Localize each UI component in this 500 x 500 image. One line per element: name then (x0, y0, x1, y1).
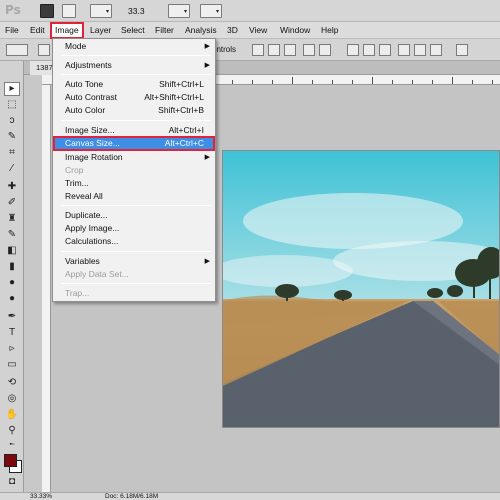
zoom-icon[interactable]: ⚲ (4, 424, 20, 438)
menu-divider (61, 283, 211, 284)
history-brush-icon[interactable]: ✎ (4, 228, 20, 242)
healing-icon[interactable]: ✚ (4, 180, 20, 194)
menu-item-trim[interactable]: Trim... (54, 177, 214, 190)
landscape-photo (223, 151, 499, 427)
menu-view[interactable]: View (249, 22, 267, 39)
zoom-level[interactable]: 33.3 (128, 6, 145, 16)
distribute-left-icon[interactable] (398, 44, 410, 56)
menu-item-auto-contrast[interactable]: Auto Contrast Alt+Shift+Ctrl+L (54, 91, 214, 104)
document-image[interactable] (222, 150, 500, 428)
auto-select-checkbox[interactable] (38, 44, 50, 56)
lasso-icon[interactable]: ↄ (4, 114, 20, 128)
image-menu-dropdown: Mode ▶ Adjustments ▶ Auto Tone Shift+Ctr… (52, 38, 216, 302)
tool-preset-picker[interactable] (6, 44, 28, 56)
menu-window[interactable]: Window (280, 22, 310, 39)
submenu-arrow-icon: ▶ (204, 258, 210, 265)
status-doc-size: Doc: 6.18M/6.18M (105, 493, 159, 500)
menu-image[interactable]: Image (50, 22, 84, 39)
tools-panel: ▸ ⬚ ↄ ✎ ⌗ ⁄ ✚ ✐ ♜ ✎ ◧ ▮ ● ● ✒ T ▹ ▭ ⟲ ◎ … (0, 61, 24, 492)
status-bar: 33.33% Doc: 6.18M/6.18M (0, 492, 500, 500)
menu-file[interactable]: File (5, 22, 19, 39)
type-icon[interactable]: T (4, 326, 20, 340)
menu-item-reveal-all[interactable]: Reveal All (54, 190, 214, 203)
vertical-ruler (42, 85, 51, 492)
distribute-hcenter-icon[interactable] (414, 44, 426, 56)
distribute-top-icon[interactable] (347, 44, 359, 56)
menu-help[interactable]: Help (321, 22, 338, 39)
gradient-icon[interactable]: ▮ (4, 260, 20, 274)
menu-item-apply-data-set: Apply Data Set... (65, 269, 129, 279)
menu-item-crop: Crop (65, 165, 84, 175)
auto-align-icon[interactable] (456, 44, 468, 56)
menu-filter[interactable]: Filter (155, 22, 174, 39)
align-top-icon[interactable] (252, 44, 264, 56)
submenu-arrow-icon: ▶ (204, 43, 210, 50)
menu-item-adjustments[interactable]: Adjustments ▶ (54, 59, 214, 72)
path-select-icon[interactable]: ▹ (4, 342, 20, 356)
dodge-icon[interactable]: ● (4, 292, 20, 306)
menu-item-apply-image[interactable]: Apply Image... (54, 222, 214, 235)
menu-edit[interactable]: Edit (30, 22, 45, 39)
blur-icon[interactable]: ● (4, 276, 20, 290)
hand-icon[interactable]: ✋ (4, 408, 20, 422)
menu-divider (61, 205, 211, 206)
menu-analysis[interactable]: Analysis (185, 22, 217, 39)
stamp-icon[interactable]: ♜ (4, 212, 20, 226)
menu-item-auto-tone[interactable]: Auto Tone Shift+Ctrl+L (54, 78, 214, 91)
menu-item-image-size[interactable]: Image Size... Alt+Ctrl+I (54, 124, 214, 137)
menu-layer[interactable]: Layer (90, 22, 111, 39)
mini-bridge-icon[interactable] (62, 4, 76, 18)
submenu-arrow-icon: ▶ (204, 154, 210, 161)
menu-item-trap: Trap... (65, 288, 90, 298)
submenu-arrow-icon: ▶ (204, 62, 210, 69)
view-extras-icon[interactable]: ▾ (90, 4, 112, 18)
foreground-color-swatch[interactable] (4, 454, 17, 467)
photoshop-logo: Ps (5, 3, 21, 17)
marquee-icon[interactable]: ⬚ (4, 98, 20, 112)
3d-rotate-icon[interactable]: ⟲ (4, 376, 20, 390)
eraser-icon[interactable]: ◧ (4, 244, 20, 258)
menu-item-image-rotation[interactable]: Image Rotation ▶ (54, 151, 214, 164)
brush-icon[interactable]: ✐ (4, 196, 20, 210)
quick-select-icon[interactable]: ✎ (4, 130, 20, 144)
eyedropper-icon[interactable]: ⁄ (4, 162, 20, 176)
status-zoom[interactable]: 33.33% (30, 493, 52, 500)
align-hcenter-icon[interactable] (319, 44, 331, 56)
default-colors-icon[interactable]: ▪▫ (4, 440, 20, 450)
shape-icon[interactable]: ▭ (4, 358, 20, 372)
pen-icon[interactable]: ✒ (4, 310, 20, 324)
3d-orbit-icon[interactable]: ◎ (4, 392, 20, 406)
menu-item-variables[interactable]: Variables ▶ (54, 255, 214, 268)
menu-divider (61, 251, 211, 252)
distribute-vcenter-icon[interactable] (363, 44, 375, 56)
bridge-icon[interactable] (40, 4, 54, 18)
menu-divider (61, 120, 211, 121)
menu-item-calculations[interactable]: Calculations... (54, 235, 214, 248)
align-vcenter-icon[interactable] (268, 44, 280, 56)
move-icon[interactable]: ▸ (4, 82, 20, 96)
quick-mask-icon[interactable]: ◘ (4, 475, 20, 489)
screen-mode-icon[interactable]: ▾ (200, 4, 222, 18)
align-left-icon[interactable] (303, 44, 315, 56)
distribute-right-icon[interactable] (430, 44, 442, 56)
distribute-bottom-icon[interactable] (379, 44, 391, 56)
arrange-documents-icon[interactable]: ▾ (168, 4, 190, 18)
menu-item-mode[interactable]: Mode ▶ (54, 40, 214, 53)
menu-divider (61, 55, 211, 56)
menu-3d[interactable]: 3D (227, 22, 238, 39)
app-bar: Ps ▾ 33.3 ▾ ▾ (0, 0, 500, 22)
menu-divider (61, 74, 211, 75)
menu-bar: File Edit Image Layer Select Filter Anal… (0, 22, 500, 39)
align-bottom-icon[interactable] (284, 44, 296, 56)
crop-icon[interactable]: ⌗ (4, 146, 20, 160)
menu-item-canvas-size[interactable]: Canvas Size... Alt+Ctrl+C (53, 136, 215, 151)
menu-item-auto-color[interactable]: Auto Color Shift+Ctrl+B (54, 104, 214, 117)
menu-select[interactable]: Select (121, 22, 145, 39)
menu-item-duplicate[interactable]: Duplicate... (54, 209, 214, 222)
